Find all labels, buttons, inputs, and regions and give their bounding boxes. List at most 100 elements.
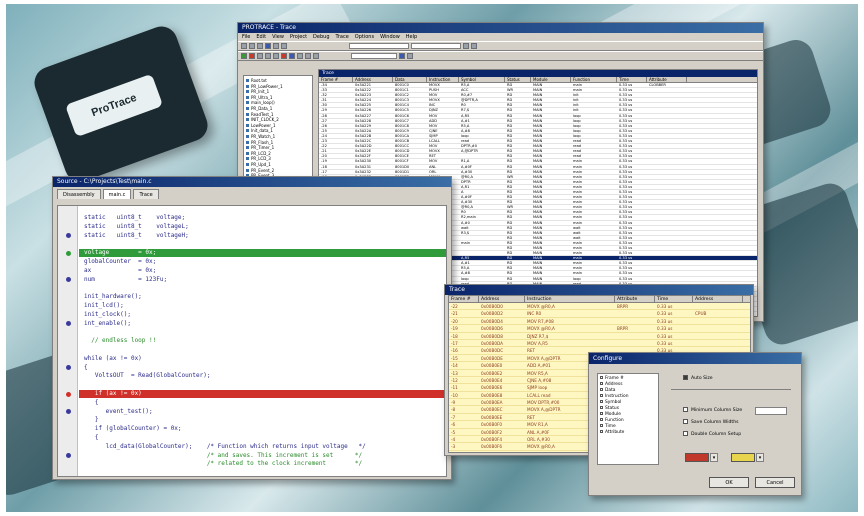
code-line[interactable]: int_enable(); (84, 320, 131, 328)
code-line[interactable]: { (84, 364, 88, 372)
checkbox-icon[interactable] (600, 406, 603, 409)
code-line[interactable]: ax = 0x; (84, 267, 156, 275)
code-line[interactable]: init_lcd(); (84, 302, 124, 310)
new-file-icon[interactable] (241, 43, 247, 49)
breakpoint-icon[interactable] (66, 391, 71, 397)
checkbox-icon[interactable] (600, 376, 603, 379)
trace-column-header[interactable]: Module (531, 77, 571, 82)
min-column-checkbox[interactable] (683, 407, 688, 412)
min-column-option[interactable]: Minimum Column Size (683, 407, 742, 414)
execution-arrow-icon[interactable] (66, 250, 71, 256)
trace-icon[interactable] (289, 53, 295, 59)
checkbox-icon[interactable] (600, 430, 603, 433)
column-list[interactable]: Frame # Address Data Instruction Symbol Statu… (597, 373, 659, 465)
column-list-item[interactable]: Attribute (600, 430, 656, 436)
save-file-icon[interactable] (257, 43, 263, 49)
foreground-color-swatch[interactable] (685, 453, 709, 462)
filtered-trace-column-header[interactable]: Frame # (449, 296, 479, 302)
find-icon[interactable] (463, 43, 469, 49)
checkbox-icon[interactable] (600, 424, 603, 427)
table-row[interactable]: -21 0x00B0D2 INC R0 0.33 us CPUB (449, 310, 750, 318)
code-line[interactable]: num = 123Fu; (84, 276, 167, 284)
save-widths-checkbox[interactable] (683, 419, 688, 424)
menu-item-window[interactable]: Window (380, 34, 400, 40)
code-line[interactable]: voltage = 0x; (84, 249, 156, 257)
tab-trace[interactable]: Trace (133, 189, 159, 199)
code-line[interactable]: /* and saves. This increment is set */ (84, 452, 362, 460)
configure-dialog[interactable]: Configure Frame # Address Data Instruction S… (588, 352, 802, 496)
code-line[interactable]: /* related to the clock increment */ (84, 460, 362, 468)
filtered-trace-column-header[interactable]: Instruction (525, 296, 615, 302)
trace-column-header[interactable]: Status (505, 77, 531, 82)
menu-item-trace[interactable]: Trace (336, 34, 349, 40)
checkbox-icon[interactable] (600, 418, 603, 421)
menu-item-project[interactable]: Project (290, 34, 307, 40)
step-over-icon[interactable] (265, 53, 271, 59)
code-line[interactable]: { (84, 399, 99, 407)
menu-item-edit[interactable]: Edit (256, 34, 266, 40)
source-code-area[interactable]: static uint8_t voltage; static uint8_t vo… (57, 205, 447, 477)
code-line[interactable]: if (ax != 0x) (84, 390, 142, 398)
checkbox-icon[interactable] (600, 400, 603, 403)
trace-column-header[interactable]: Function (571, 77, 617, 82)
register-icon[interactable] (313, 53, 319, 59)
open-file-icon[interactable] (249, 43, 255, 49)
help-icon[interactable] (471, 43, 477, 49)
checkbox-icon[interactable] (600, 388, 603, 391)
code-line[interactable]: // endless loop !! (84, 337, 156, 345)
filtered-trace-column-header[interactable]: Address (479, 296, 525, 302)
table-row[interactable]: -19 0x00B0D6 MOVX @R0,A BRPR 0.33 us (449, 325, 750, 333)
filtered-trace-column-header[interactable]: Attribute (615, 296, 655, 302)
double-setup-option[interactable]: Double Column Setup (683, 431, 741, 438)
code-line[interactable]: { (84, 434, 99, 442)
breakpoint-gutter[interactable] (58, 206, 78, 476)
code-line[interactable]: while (ax != 0x) (84, 355, 142, 363)
checkbox-icon[interactable] (600, 412, 603, 415)
code-line[interactable]: lcd_data(GlobalCounter); /* Function whi… (84, 443, 366, 451)
ok-button[interactable]: OK (709, 477, 749, 488)
symbol-combo[interactable] (411, 43, 461, 49)
paste-icon[interactable] (281, 43, 287, 49)
save-widths-option[interactable]: Save Column Widths (683, 419, 739, 426)
code-line[interactable]: init_clock(); (84, 311, 131, 319)
source-editor-window[interactable]: Source - C:\Projects\Test\main.c Disasse… (52, 176, 452, 480)
run-icon[interactable] (241, 53, 247, 59)
trace-column-header[interactable]: Address (353, 77, 393, 82)
code-line[interactable]: static uint8_t voltageH; (84, 232, 189, 240)
filter-icon[interactable] (399, 53, 405, 59)
menu-item-debug[interactable]: Debug (313, 34, 329, 40)
checkbox-icon[interactable] (600, 394, 603, 397)
filtered-trace-column-header[interactable]: Address (693, 296, 743, 302)
menu-item-file[interactable]: File (242, 34, 250, 40)
step-out-icon[interactable] (273, 53, 279, 59)
code-line[interactable]: globalCounter = 0x; (84, 258, 156, 266)
menu-item-help[interactable]: Help (406, 34, 417, 40)
code-line[interactable]: VoltsOUT = Read(GlobalCounter); (84, 372, 211, 380)
code-line[interactable]: } (84, 416, 99, 424)
cut-icon[interactable] (265, 43, 271, 49)
chevron-down-icon[interactable]: ▾ (756, 453, 764, 462)
memory-icon[interactable] (305, 53, 311, 59)
trace-column-header[interactable]: Data (393, 77, 427, 82)
chevron-down-icon[interactable]: ▾ (710, 453, 718, 462)
table-row[interactable]: -20 0x00B0D4 MOV R7,#08 0.33 us (449, 318, 750, 326)
code-line[interactable]: init_hardware(); (84, 293, 142, 301)
trace-column-header[interactable]: Instruction (427, 77, 459, 82)
code-line[interactable]: static uint8_t voltage; (84, 214, 185, 222)
address-combo[interactable] (349, 43, 409, 49)
code-line[interactable]: event_test(); (84, 408, 153, 416)
auto-size-checkbox[interactable] (683, 375, 688, 380)
zoom-icon[interactable] (407, 53, 413, 59)
table-row[interactable]: -17 0x00B0DA MOV A,R5 0.33 us (449, 340, 750, 348)
table-row[interactable]: -22 0x00B0D0 MOVX @R0,A BRPR 0.33 us (449, 303, 750, 311)
table-row[interactable]: -18 0x00B0D8 DJNZ R7,$ 0.33 us (449, 333, 750, 340)
checkbox-icon[interactable] (600, 382, 603, 385)
menu-item-options[interactable]: Options (355, 34, 374, 40)
double-setup-checkbox[interactable] (683, 431, 688, 436)
min-column-size-input[interactable] (755, 407, 787, 415)
cancel-button[interactable]: Cancel (755, 477, 795, 488)
step-into-icon[interactable] (257, 53, 263, 59)
stop-icon[interactable] (249, 53, 255, 59)
background-color-swatch[interactable] (731, 453, 755, 462)
trace-column-header[interactable]: Attribute (647, 77, 687, 82)
